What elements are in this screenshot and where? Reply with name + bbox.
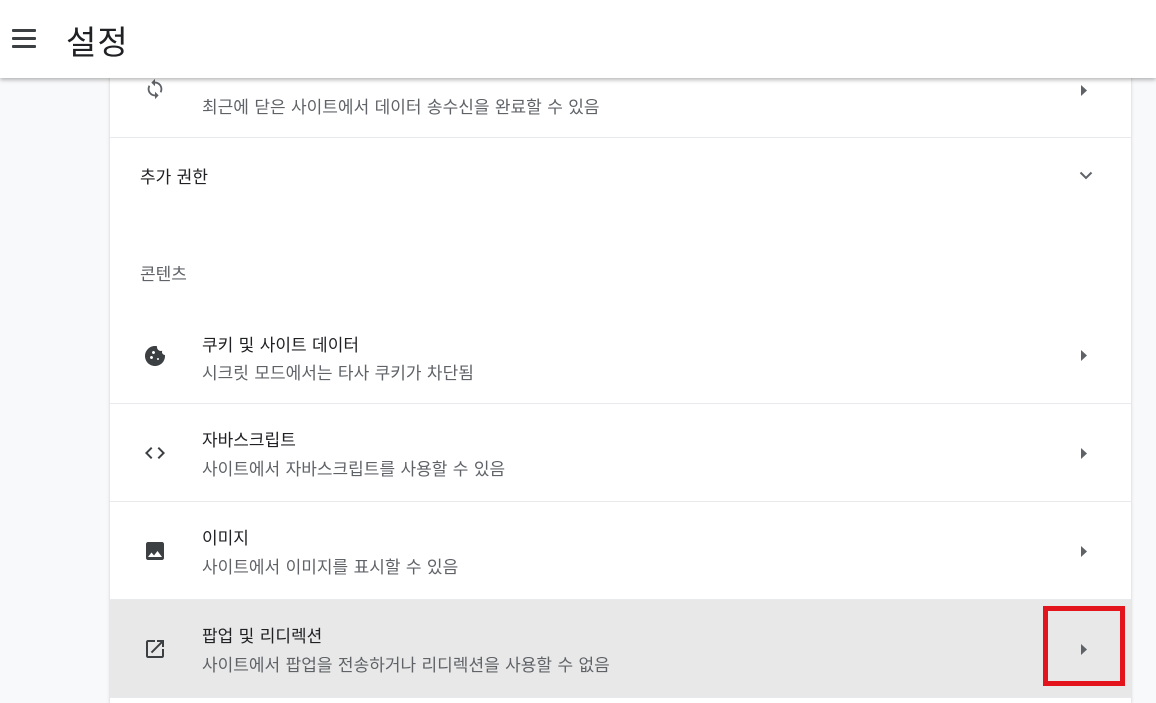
cookie-icon xyxy=(142,343,168,369)
arrow-right-icon[interactable] xyxy=(1079,83,1089,97)
code-icon xyxy=(142,440,168,466)
row-title: 쿠키 및 사이트 데이터 xyxy=(202,336,359,356)
highlight-box xyxy=(1043,606,1125,686)
row-subtitle: 사이트에서 이미지를 표시할 수 있음 xyxy=(202,558,459,578)
sync-icon xyxy=(142,76,168,102)
arrow-right-icon[interactable] xyxy=(1079,446,1089,460)
open-in-new-icon xyxy=(142,636,168,662)
chevron-down-icon[interactable] xyxy=(1077,166,1095,184)
row-javascript[interactable]: 자바스크립트 사이트에서 자바스크립트를 사용할 수 있음 xyxy=(110,403,1131,501)
row-subtitle: 시크릿 모드에서는 타사 쿠키가 차단됨 xyxy=(202,364,474,384)
additional-permissions-label: 추가 권한 xyxy=(140,168,208,188)
row-cookies[interactable]: 쿠키 및 사이트 데이터 시크릿 모드에서는 타사 쿠키가 차단됨 xyxy=(110,305,1131,403)
menu-icon[interactable] xyxy=(12,24,42,52)
page-title: 설정 xyxy=(66,23,129,62)
settings-card: 최근에 닫은 사이트에서 데이터 송수신을 완료할 수 있음 추가 권한 콘텐츠… xyxy=(110,40,1131,703)
row-title: 이미지 xyxy=(202,529,249,549)
row-title: 팝업 및 리디렉션 xyxy=(202,627,323,647)
row-next xyxy=(110,697,1131,703)
section-label-content: 콘텐츠 xyxy=(140,265,187,285)
row-title: 자바스크립트 xyxy=(202,431,296,451)
row-images[interactable]: 이미지 사이트에서 이미지를 표시할 수 있음 xyxy=(110,501,1131,599)
arrow-right-icon[interactable] xyxy=(1079,348,1089,362)
row-subtitle: 사이트에서 자바스크립트를 사용할 수 있음 xyxy=(202,460,506,480)
row-subtitle: 최근에 닫은 사이트에서 데이터 송수신을 완료할 수 있음 xyxy=(202,98,600,118)
row-popups-redirects[interactable]: 팝업 및 리디렉션 사이트에서 팝업을 전송하거나 리디렉션을 사용할 수 없음 xyxy=(110,599,1131,697)
row-subtitle: 사이트에서 팝업을 전송하거나 리디렉션을 사용할 수 없음 xyxy=(202,656,610,676)
arrow-right-icon[interactable] xyxy=(1079,544,1089,558)
image-icon xyxy=(142,538,168,564)
row-additional-permissions[interactable]: 추가 권한 xyxy=(110,137,1131,211)
top-toolbar: 설정 xyxy=(0,0,1156,78)
